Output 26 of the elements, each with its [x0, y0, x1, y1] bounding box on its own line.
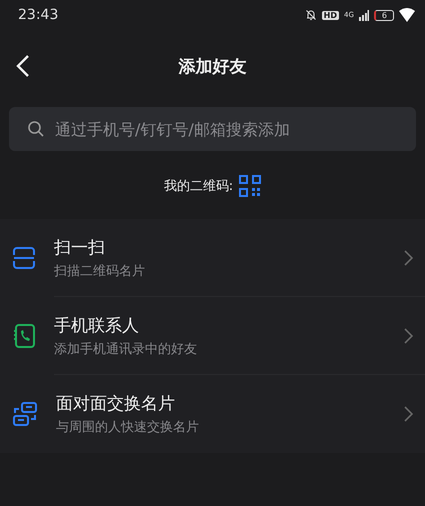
option-title: 手机联系人 — [54, 314, 140, 336]
exchange-cards-icon — [12, 401, 38, 427]
search-field[interactable]: 通过手机号/钉钉号/邮箱搜索添加 — [9, 107, 416, 151]
option-subtitle: 扫描二维码名片 — [54, 262, 145, 280]
scan-icon — [12, 246, 36, 270]
option-row[interactable]: 手机联系人 添加手机通讯录中的好友 — [0, 297, 425, 375]
back-icon[interactable] — [16, 54, 30, 78]
option-title: 面对面交换名片 — [56, 393, 176, 415]
option-row[interactable]: 扫一扫 扫描二维码名片 — [0, 219, 425, 297]
hd-badge: HD — [322, 10, 340, 20]
option-subtitle: 与周围的人快速交换名片 — [56, 419, 199, 436]
chevron-right-icon — [404, 250, 413, 266]
page-title: 添加好友 — [178, 56, 246, 78]
status-time: 23:43 — [18, 7, 58, 23]
qr-code-label: 我的二维码: — [164, 178, 234, 195]
option-title: 扫一扫 — [54, 236, 106, 258]
option-row[interactable]: 面对面交换名片 与周围的人快速交换名片 — [0, 375, 425, 453]
option-subtitle: 添加手机通讯录中的好友 — [54, 340, 197, 358]
battery-indicator: 6 — [374, 10, 394, 20]
phone-book-icon — [12, 323, 36, 349]
chevron-right-icon — [404, 328, 413, 344]
signal-icon — [358, 10, 369, 20]
wifi-icon — [399, 8, 415, 22]
qr-code-icon[interactable] — [239, 175, 262, 197]
chevron-right-icon — [404, 406, 413, 422]
bell-off-icon — [304, 9, 317, 21]
